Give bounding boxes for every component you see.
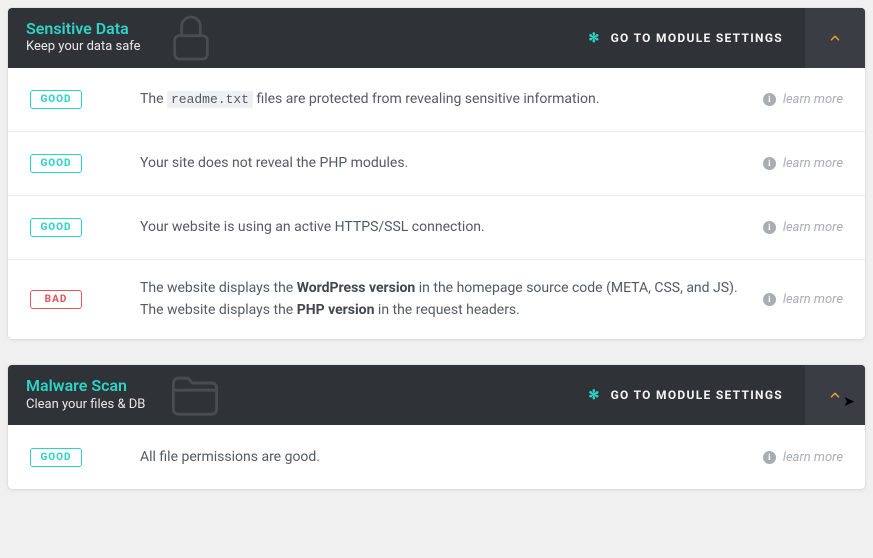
check-row: GOOD Your site does not reveal the PHP mo… [8, 132, 865, 196]
info-icon: i [763, 157, 776, 170]
check-description: Your website is using an active HTTPS/SS… [140, 217, 763, 239]
learn-more-link[interactable]: i learn more [763, 292, 843, 307]
check-row: GOOD All file permissions are good.ilearn… [8, 425, 865, 489]
module-header: Malware ScanClean your files & DB ✻ GO TO … [8, 365, 865, 425]
module-settings-label: GO TO MODULE SETTINGS [611, 31, 783, 45]
learn-more-label: learn more [783, 292, 843, 307]
check-description: The readme.txt files are protected from … [140, 89, 763, 111]
status-badge: GOOD [30, 90, 82, 109]
learn-more-link[interactable]: i learn more [763, 220, 843, 235]
info-icon: i [763, 451, 776, 464]
check-row: GOOD The readme.txt files are protected f… [8, 68, 865, 132]
module-header-titles: Malware ScanClean your files & DB [8, 365, 163, 425]
learn-more-label: learn more [783, 220, 843, 235]
collapse-toggle[interactable] [805, 365, 865, 425]
chevron-up-icon [828, 388, 842, 402]
check-description: Your site does not reveal the PHP module… [140, 153, 763, 175]
module-settings-button[interactable]: ✻ GO TO MODULE SETTINGS [566, 365, 805, 425]
learn-more-link[interactable]: i learn more [763, 156, 843, 171]
module-title: Sensitive Data [26, 19, 141, 38]
info-icon: i [763, 93, 776, 106]
check-description: All file permissions are good. [140, 447, 763, 469]
module-subtitle: Clean your files & DB [26, 396, 145, 414]
info-icon: i [763, 293, 776, 306]
learn-more-link[interactable]: i learn more [763, 92, 843, 107]
module-card: Malware ScanClean your files & DB ✻ GO TO … [8, 365, 865, 489]
module-header-titles: Sensitive DataKeep your data safe [8, 8, 159, 68]
check-row: BAD The website displays the WordPress ve… [8, 260, 865, 339]
chevron-up-icon [828, 31, 842, 45]
module-header: Sensitive DataKeep your data safe ✻ GO TO … [8, 8, 865, 68]
module-title: Malware Scan [26, 376, 145, 395]
learn-more-label: learn more [783, 450, 843, 465]
module-settings-label: GO TO MODULE SETTINGS [611, 388, 783, 402]
learn-more-label: learn more [783, 92, 843, 107]
status-badge: BAD [30, 290, 82, 309]
module-subtitle: Keep your data safe [26, 38, 141, 56]
status-badge: GOOD [30, 154, 82, 173]
info-icon: i [763, 221, 776, 234]
module-settings-button[interactable]: ✻ GO TO MODULE SETTINGS [566, 8, 805, 68]
status-badge: GOOD [30, 218, 82, 237]
collapse-toggle[interactable] [805, 8, 865, 68]
check-row: GOOD Your website is using an active HTTP… [8, 196, 865, 260]
check-description: The website displays the WordPress versi… [140, 278, 763, 321]
learn-more-link[interactable]: i learn more [763, 450, 843, 465]
status-badge: GOOD [30, 448, 82, 467]
gear-icon: ✻ [588, 389, 600, 402]
module-card: Sensitive DataKeep your data safe ✻ GO TO … [8, 8, 865, 339]
learn-more-label: learn more [783, 156, 843, 171]
gear-icon: ✻ [588, 32, 600, 45]
